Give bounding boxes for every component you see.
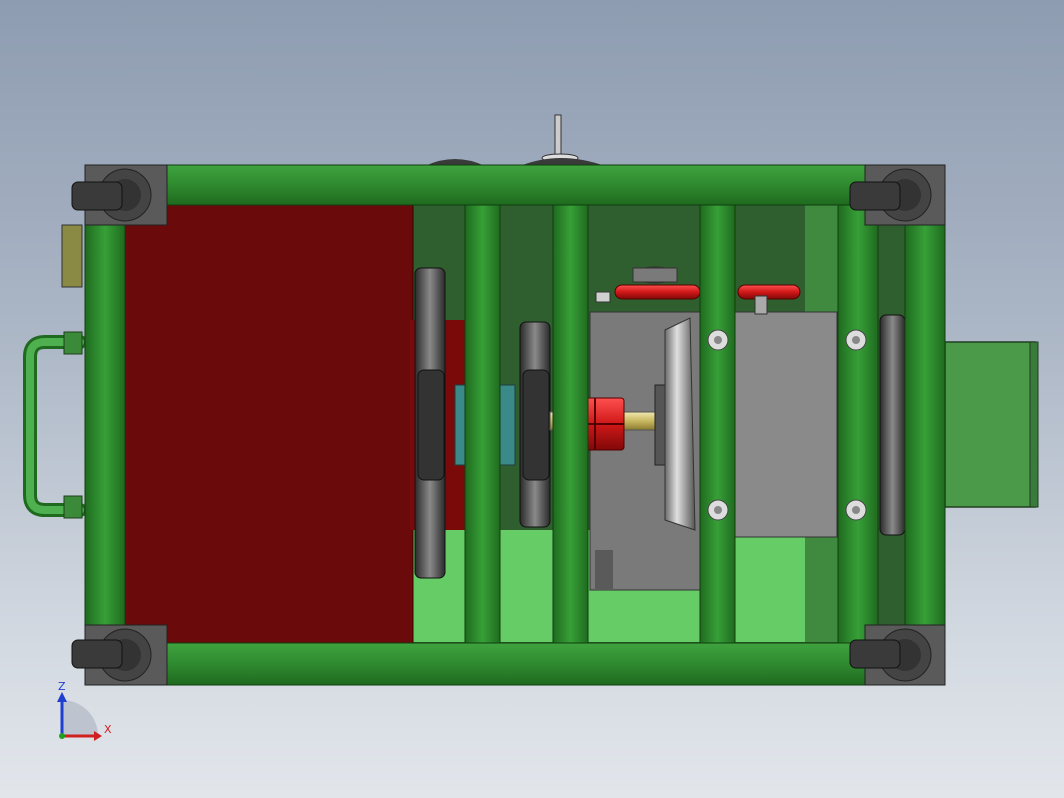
orientation-triad[interactable]: Z X <box>57 680 112 741</box>
pulley-middle <box>519 321 551 528</box>
motor-box <box>944 341 1039 508</box>
handle[interactable] <box>23 331 87 519</box>
caster-top-left <box>71 164 168 226</box>
pulley-left <box>414 267 446 579</box>
cad-model-view[interactable]: Z X <box>0 0 1064 798</box>
top-knob <box>425 114 605 166</box>
caster-bottom-left <box>71 624 168 686</box>
top-rail <box>84 164 946 206</box>
x-axis-label: X <box>104 723 112 736</box>
pulley-right <box>879 314 906 536</box>
graphics-viewport[interactable]: Z X <box>0 0 1064 798</box>
flywheel <box>664 317 696 531</box>
z-axis-label: Z <box>58 680 66 693</box>
red-cover-panel <box>124 204 414 644</box>
side-plate <box>61 224 83 288</box>
bottom-rail <box>84 642 946 686</box>
